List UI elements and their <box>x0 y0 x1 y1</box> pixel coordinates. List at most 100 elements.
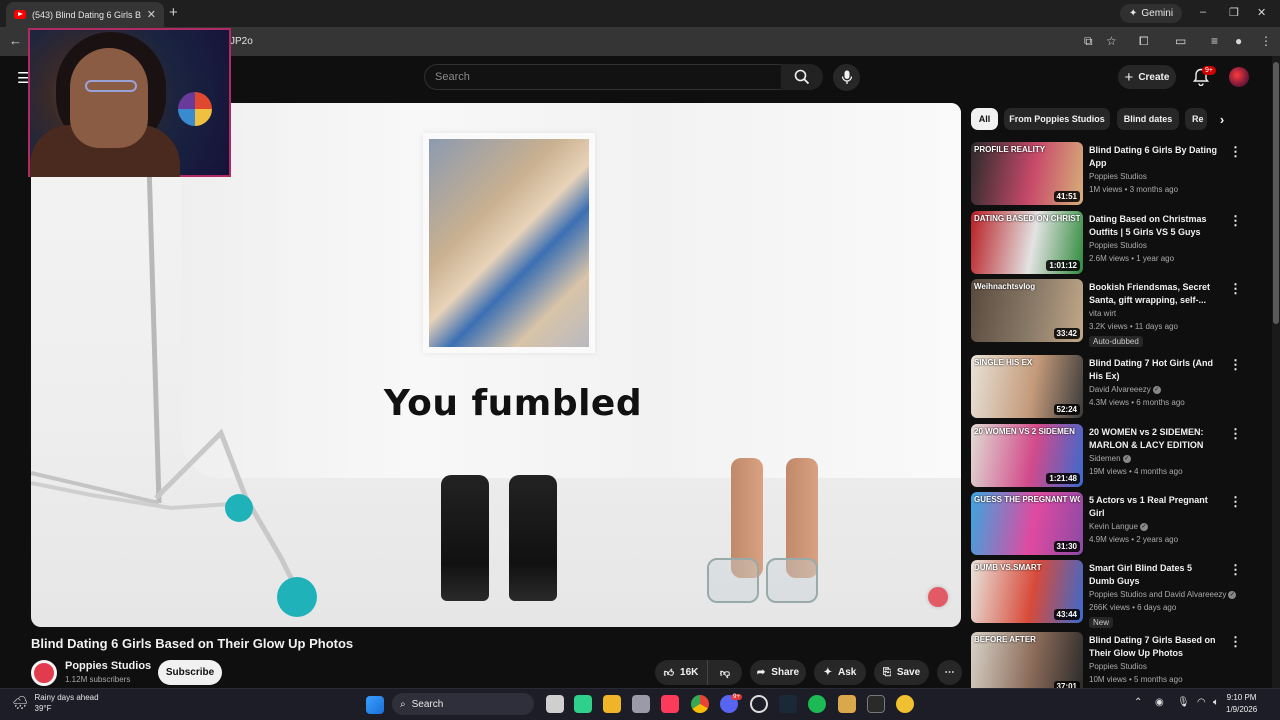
more-options-icon[interactable]: ⋮ <box>1229 426 1242 442</box>
tray-overflow-chevron-icon[interactable]: ⌃ <box>1134 697 1142 708</box>
steam-icon[interactable] <box>779 695 797 713</box>
search-input[interactable]: Search <box>424 64 782 90</box>
tray-app-icon[interactable]: ◉ <box>1155 697 1164 708</box>
recommendation-channel[interactable]: Poppies Studios and David Alvareeezy ✓ <box>1089 590 1237 599</box>
recommendation-item[interactable]: 20 WOMEN VS 2 SIDEMEN 1:21:48 20 WOMEN vs … <box>971 424 1261 488</box>
recommendation-channel[interactable]: Poppies Studios <box>1089 241 1147 250</box>
account-avatar[interactable] <box>1229 67 1249 87</box>
recommendation-item[interactable]: GUESS THE PREGNANT WOMAN 31:30 5 Actors vs… <box>971 492 1261 556</box>
share-button[interactable]: ➦ Share <box>750 660 806 685</box>
taskbar-search[interactable]: ⌕ Search <box>392 693 534 715</box>
recommendation-title[interactable]: Blind Dating 7 Hot Girls (And His Ex) <box>1089 357 1219 383</box>
obs-icon[interactable] <box>750 695 768 713</box>
verified-check-icon: ✓ <box>1152 385 1161 394</box>
more-options-icon[interactable]: ⋮ <box>1229 213 1242 229</box>
volume-icon[interactable]: 🔈︎ <box>1213 697 1219 708</box>
more-options-icon[interactable]: ⋮ <box>1229 494 1242 510</box>
more-actions-button[interactable]: ⋯ <box>937 660 962 685</box>
chip-partial[interactable]: Re <box>1185 108 1207 130</box>
app-icon-1[interactable] <box>574 695 592 713</box>
address-bar-text[interactable]: JP2o <box>230 36 253 47</box>
subscribe-button[interactable]: Subscribe <box>158 660 222 685</box>
channel-name[interactable]: Poppies Studios <box>65 660 151 672</box>
recommendation-thumbnail[interactable]: Weihnachtsvlog 33:42 <box>971 279 1083 342</box>
recommendation-thumbnail[interactable]: SINGLE HIS EX 52:24 <box>971 355 1083 418</box>
like-button[interactable]: 👍︎ 16K <box>655 660 707 685</box>
recommendation-title[interactable]: Bookish Friendsmas, Secret Santa, gift w… <box>1089 281 1219 307</box>
gemini-button[interactable]: ✦ Gemini <box>1120 4 1183 23</box>
more-options-icon[interactable]: ⋮ <box>1229 281 1242 297</box>
dislike-button[interactable]: 👎︎ <box>707 660 742 685</box>
video-player[interactable]: You fumbled <box>31 103 961 627</box>
file-explorer-icon[interactable] <box>603 695 621 713</box>
close-window-button[interactable]: ✕ <box>1257 6 1266 19</box>
voice-search-button[interactable] <box>833 64 860 91</box>
bookmark-star-icon[interactable]: ☆ <box>1106 34 1117 48</box>
recommendation-title[interactable]: Smart Girl Blind Dates 5 Dumb Guys <box>1089 562 1219 588</box>
recommendation-thumbnail[interactable]: 20 WOMEN VS 2 SIDEMEN 1:21:48 <box>971 424 1083 487</box>
music-app-icon[interactable] <box>661 695 679 713</box>
recommendation-item[interactable]: SINGLE HIS EX 52:24 Blind Dating 7 Hot Gir… <box>971 355 1261 419</box>
recommendation-channel[interactable]: vita wirt <box>1089 309 1116 318</box>
chip-blind-dates[interactable]: Blind dates <box>1117 108 1179 130</box>
chip-all[interactable]: All <box>971 108 998 130</box>
recommendation-thumbnail[interactable]: DATING BASED ON CHRISTMAS OUTFITS 1:01:12 <box>971 211 1083 274</box>
recommendation-item[interactable]: PROFILE REALITY 41:51 Blind Dating 6 Girls… <box>971 142 1261 206</box>
recommendation-title[interactable]: 20 WOMEN vs 2 SIDEMEN: MARLON & LACY EDI… <box>1089 426 1219 452</box>
recommendation-channel[interactable]: Poppies Studios <box>1089 662 1147 671</box>
profile-icon[interactable]: ● <box>1235 34 1242 48</box>
weather-widget[interactable]: 🌧︎ Rainy days ahead 39°F <box>12 692 99 714</box>
save-button[interactable]: ⎘ Save <box>874 660 929 685</box>
channel-avatar[interactable] <box>31 660 57 686</box>
more-options-icon[interactable]: ⋮ <box>1229 562 1242 578</box>
recommendation-thumbnail[interactable]: BEFORE AFTER 37:01 <box>971 632 1083 695</box>
install-app-icon[interactable]: ⧉ <box>1084 34 1093 49</box>
microsoft-store-icon[interactable] <box>632 695 650 713</box>
chrome-icon[interactable] <box>691 695 709 713</box>
new-tab-button[interactable]: + <box>169 4 178 21</box>
more-options-icon[interactable]: ⋮ <box>1229 357 1242 373</box>
recommendation-item[interactable]: DATING BASED ON CHRISTMAS OUTFITS 1:01:12… <box>971 211 1261 275</box>
microphone-icon[interactable]: 🎙︎ <box>1177 697 1190 708</box>
maximize-button[interactable]: ❐ <box>1229 6 1239 19</box>
recommendation-channel[interactable]: Poppies Studios <box>1089 172 1147 181</box>
system-clock[interactable]: 9:10 PM 1/9/2026 <box>1226 692 1257 716</box>
recommendation-title[interactable]: 5 Actors vs 1 Real Pregnant Girl <box>1089 494 1219 520</box>
app-icon-3[interactable] <box>896 695 914 713</box>
spotify-icon[interactable] <box>808 695 826 713</box>
recommendation-thumbnail[interactable]: GUESS THE PREGNANT WOMAN 31:30 <box>971 492 1083 555</box>
side-panel-icon[interactable]: ▭ <box>1175 34 1186 48</box>
recommendation-thumbnail[interactable]: PROFILE REALITY 41:51 <box>971 142 1083 205</box>
recommendation-item[interactable]: Weihnachtsvlog 33:42 Bookish Friendsmas, S… <box>971 279 1261 347</box>
wifi-icon[interactable]: ◠ <box>1197 697 1206 708</box>
close-tab-icon[interactable]: ✕ <box>147 8 156 21</box>
recommendation-channel[interactable]: Sidemen ✓ <box>1089 454 1131 463</box>
ask-button[interactable]: ✦ Ask <box>814 660 866 685</box>
chip-from-poppies-studios[interactable]: From Poppies Studios <box>1004 108 1110 130</box>
create-button[interactable]: + Create <box>1118 65 1176 89</box>
recommendation-title[interactable]: Dating Based on Christmas Outfits | 5 Gi… <box>1089 213 1219 239</box>
recommendation-channel[interactable]: David Alvareeezy ✓ <box>1089 385 1161 394</box>
terminal-icon[interactable] <box>867 695 885 713</box>
recommendation-title[interactable]: Blind Dating 6 Girls By Dating App <box>1089 144 1219 170</box>
chips-next-chevron-icon[interactable]: › <box>1207 108 1237 130</box>
back-arrow-icon[interactable]: ← <box>9 33 22 48</box>
windows-start-icon[interactable] <box>366 696 384 714</box>
reading-list-icon[interactable]: ≡ <box>1211 34 1218 48</box>
task-view-icon[interactable] <box>546 695 564 713</box>
page-scrollbar-thumb[interactable] <box>1273 62 1279 324</box>
more-options-icon[interactable]: ⋮ <box>1229 144 1242 160</box>
recommendation-item[interactable]: BEFORE AFTER 37:01 Blind Dating 7 Girls Ba… <box>971 632 1261 696</box>
recommendation-channel[interactable]: Kevin Langue ✓ <box>1089 522 1148 531</box>
more-options-icon[interactable]: ⋮ <box>1229 634 1242 650</box>
search-button[interactable] <box>781 64 823 90</box>
channel-watermark-icon[interactable] <box>928 587 948 607</box>
chrome-menu-icon[interactable]: ⋮ <box>1260 34 1272 48</box>
browser-tab-active[interactable]: (543) Blind Dating 6 Girls Based on Thei… <box>6 2 164 27</box>
extensions-icon[interactable]: ⧠ <box>1139 34 1149 49</box>
recommendation-title[interactable]: Blind Dating 7 Girls Based on Their Glow… <box>1089 634 1219 660</box>
app-icon-2[interactable] <box>838 695 856 713</box>
recommendation-item[interactable]: DUMB VS.SMART 43:44 Smart Girl Blind Dates… <box>971 560 1261 628</box>
minimize-button[interactable]: – <box>1200 6 1206 18</box>
recommendation-thumbnail[interactable]: DUMB VS.SMART 43:44 <box>971 560 1083 623</box>
